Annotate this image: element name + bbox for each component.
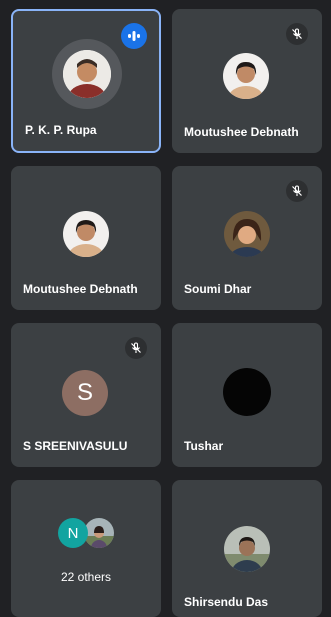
participant-tile-soumi-dhar[interactable]: Soumi Dhar	[172, 166, 322, 310]
participant-tile-s-sreenivasulu[interactable]: S S SREENIVASULU	[11, 323, 161, 467]
avatar	[63, 50, 111, 98]
avatar	[223, 368, 271, 416]
mic-off-icon	[286, 23, 308, 45]
avatar	[63, 211, 109, 257]
participant-tile-tushar[interactable]: Tushar	[172, 323, 322, 467]
avatar-initial: N	[58, 518, 88, 548]
speaking-indicator-icon	[121, 23, 147, 49]
others-count-label: 22 others	[60, 570, 112, 584]
participant-name: P. K. P. Rupa	[25, 123, 97, 137]
others-tile[interactable]: N 22 others	[11, 480, 161, 617]
avatar	[223, 53, 269, 99]
avatar-initial: S	[62, 370, 108, 416]
avatar	[224, 211, 270, 257]
participant-tile-moutushee-debnath[interactable]: Moutushee Debnath	[172, 9, 322, 153]
participant-tile-moutushee-debnath-2[interactable]: Moutushee Debnath	[11, 166, 161, 310]
avatar	[224, 526, 270, 572]
participant-name: Moutushee Debnath	[23, 282, 138, 296]
participant-name: Tushar	[184, 439, 224, 453]
participant-tile-shirsendu-das[interactable]: Shirsendu Das	[172, 480, 322, 617]
mic-off-icon	[286, 180, 308, 202]
participant-name: Soumi Dhar	[184, 282, 252, 296]
participant-name: Moutushee Debnath	[184, 125, 299, 139]
participant-tile-pkp-rupa[interactable]: P. K. P. Rupa	[11, 9, 161, 153]
participant-name: S SREENIVASULU	[23, 439, 128, 453]
mic-off-icon	[125, 337, 147, 359]
participant-name: Shirsendu Das	[184, 595, 269, 609]
